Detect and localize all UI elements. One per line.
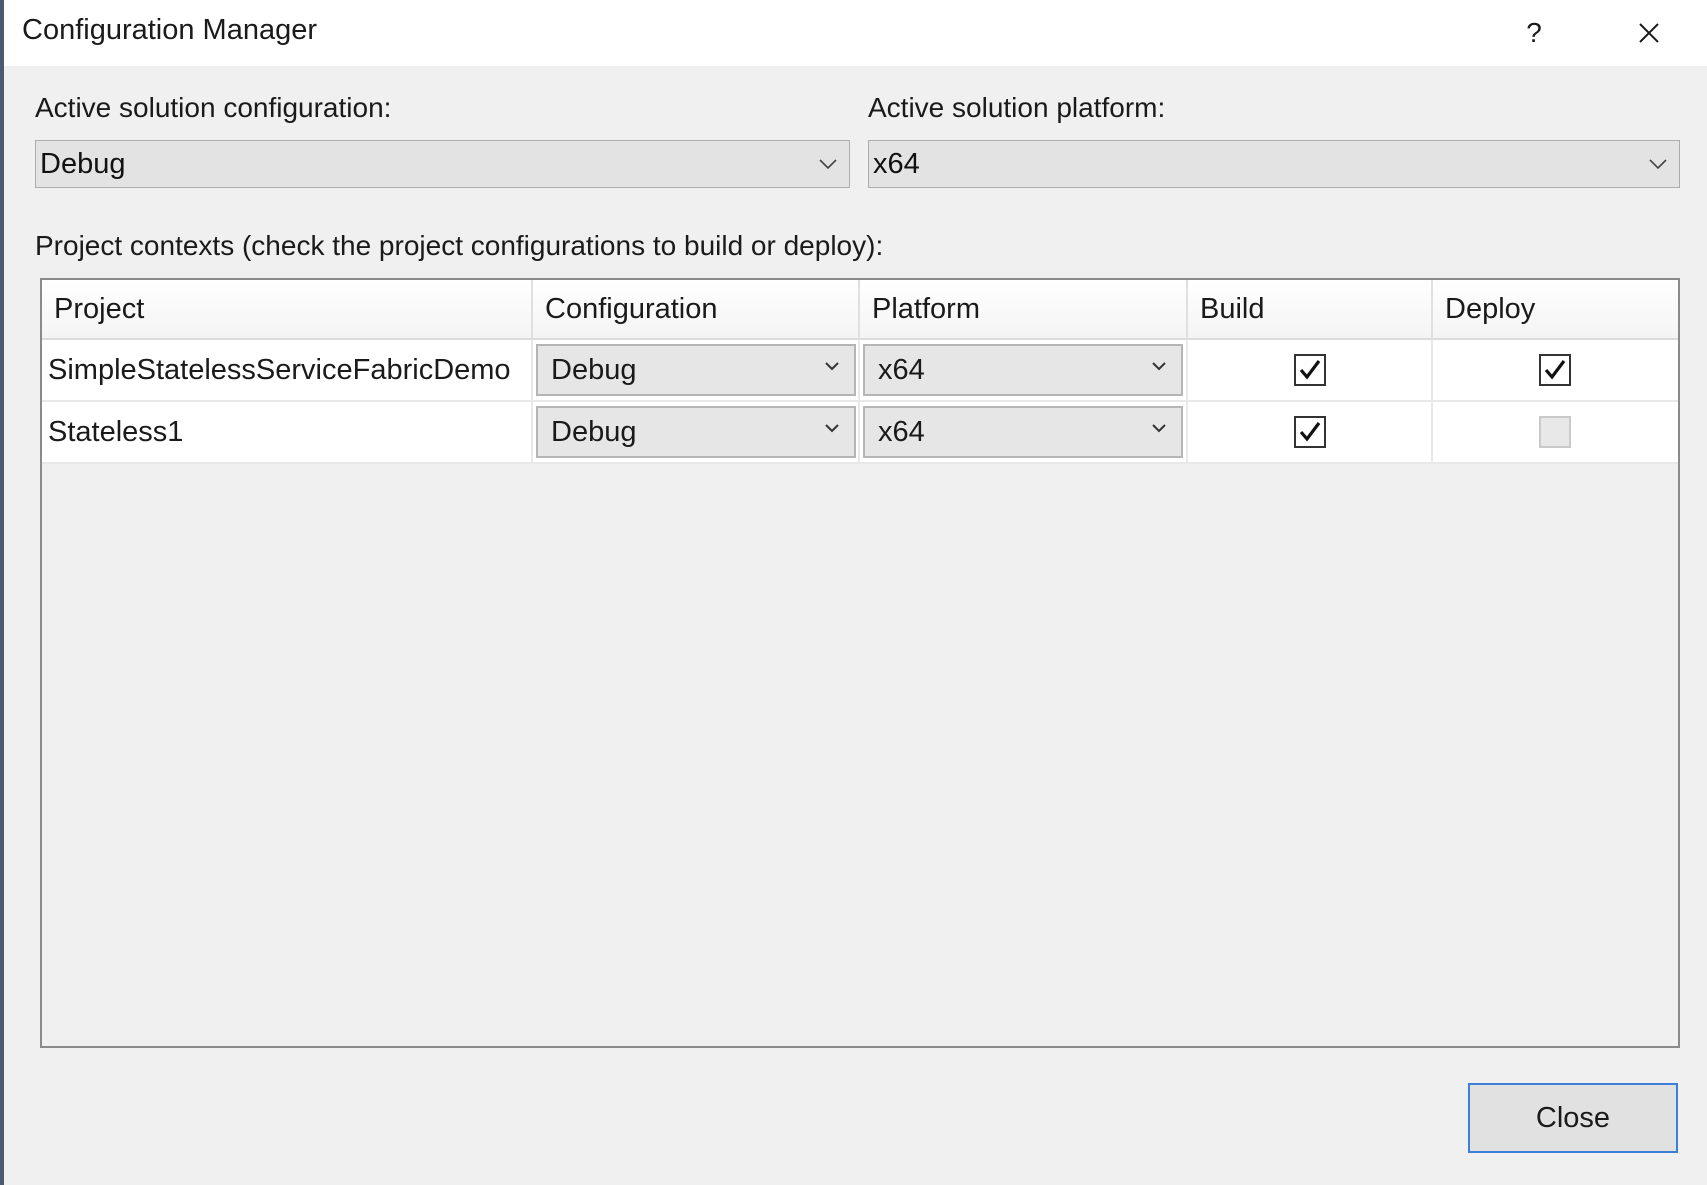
row-platform-value: x64 [878,353,925,386]
build-checkbox[interactable] [1294,354,1326,386]
help-button[interactable]: ? [1479,0,1589,66]
chevron-down-icon [1152,424,1166,433]
row-configuration-value: Debug [551,415,637,448]
column-header-platform[interactable]: Platform [860,280,1188,340]
configuration-cell: Debug [533,340,860,400]
checkmark-icon [1299,422,1321,442]
column-header-build[interactable]: Build [1188,280,1433,340]
active-config-dropdown[interactable]: Debug [35,140,850,188]
chevron-down-icon [1152,362,1166,371]
table-row: Stateless1 Debug x64 [42,402,1678,464]
chevron-down-icon [1649,159,1667,170]
chevron-down-icon [819,159,837,170]
title-bar: Configuration Manager ? [4,0,1707,66]
close-window-button[interactable] [1594,0,1704,66]
row-configuration-dropdown[interactable]: Debug [536,344,856,396]
build-cell [1188,402,1433,462]
platform-cell: x64 [860,402,1188,462]
platform-cell: x64 [860,340,1188,400]
deploy-cell [1433,340,1678,400]
row-configuration-dropdown[interactable]: Debug [536,406,856,458]
row-platform-dropdown[interactable]: x64 [863,344,1183,396]
chevron-down-icon [825,362,839,371]
deploy-cell [1433,402,1678,462]
checkmark-icon [1544,360,1566,380]
close-icon [1639,23,1659,43]
table-row: SimpleStatelessServiceFabricDemo Debug x… [42,340,1678,402]
active-config-value: Debug [40,147,126,180]
checkmark-icon [1299,360,1321,380]
project-name-cell[interactable]: Stateless1 [42,402,533,462]
chevron-down-icon [825,424,839,433]
row-platform-dropdown[interactable]: x64 [863,406,1183,458]
deploy-checkbox[interactable] [1539,416,1571,448]
configuration-manager-dialog: Configuration Manager ? Active solution … [0,0,1707,1185]
column-header-configuration[interactable]: Configuration [533,280,860,340]
close-button[interactable]: Close [1468,1083,1678,1153]
project-name-cell[interactable]: SimpleStatelessServiceFabricDemo [42,340,533,400]
column-header-deploy[interactable]: Deploy [1433,280,1678,340]
active-platform-label: Active solution platform: [868,92,1166,123]
row-configuration-value: Debug [551,353,637,386]
configuration-cell: Debug [533,402,860,462]
project-contexts-label: Project contexts (check the project conf… [35,230,884,261]
project-contexts-grid: Project Configuration Platform Build Dep… [40,278,1680,1048]
active-config-label: Active solution configuration: [35,92,392,123]
column-header-project[interactable]: Project [42,280,533,340]
window-title: Configuration Manager [22,14,318,46]
row-platform-value: x64 [878,415,925,448]
build-cell [1188,340,1433,400]
active-platform-value: x64 [873,147,920,180]
active-platform-dropdown[interactable]: x64 [868,140,1680,188]
build-checkbox[interactable] [1294,416,1326,448]
deploy-checkbox[interactable] [1539,354,1571,386]
